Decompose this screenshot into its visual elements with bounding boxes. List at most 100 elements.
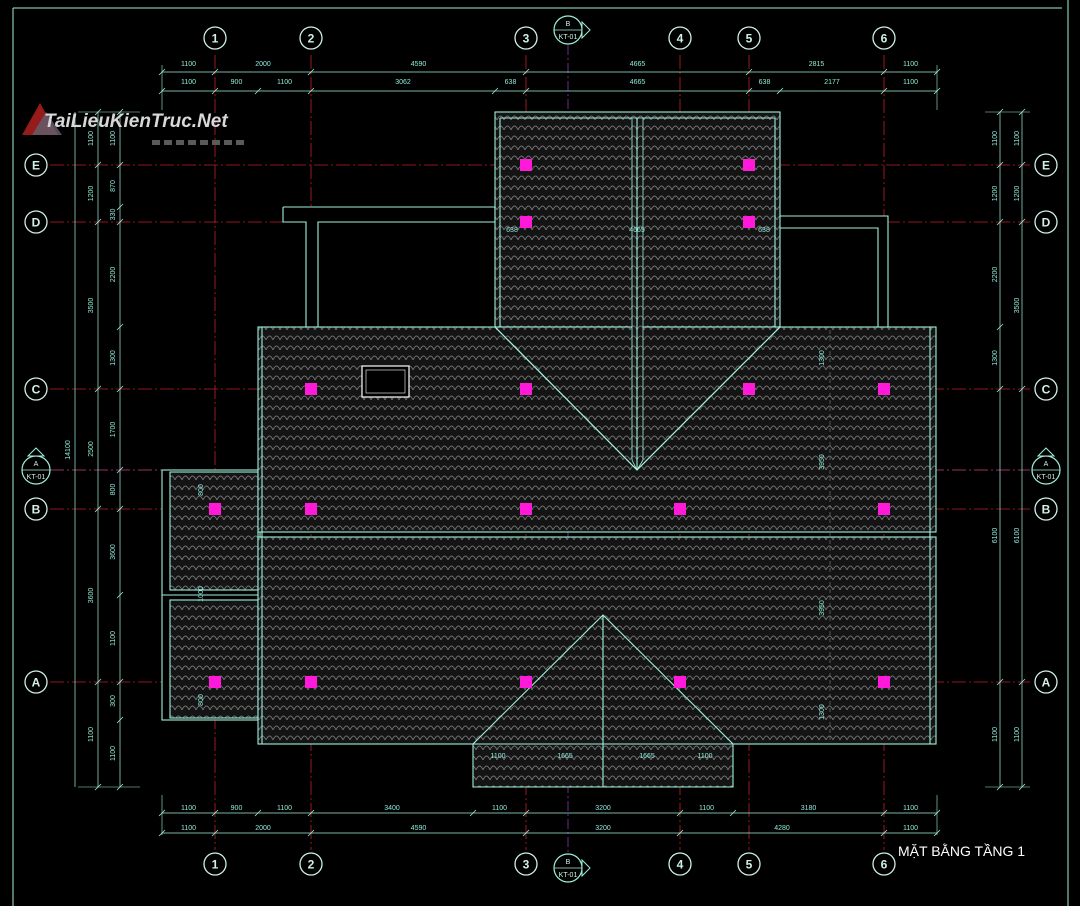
column-marker: [878, 383, 890, 395]
dim-bottom-inner: 1100: [277, 805, 292, 812]
grid-bubble-col-5: 5: [737, 26, 761, 50]
grid-bubble-row-E: E: [1034, 153, 1058, 177]
dim-right-outer: 6100: [1014, 528, 1021, 544]
watermark-logo: TaiLieuKienTruc.Net: [22, 103, 244, 145]
grid-label-row-D: D: [32, 216, 41, 230]
column-marker: [305, 383, 317, 395]
dim-left-outer: 1100: [88, 131, 95, 146]
grid-label-col-1: 1: [212, 32, 219, 46]
dim-top-outer: 4665: [630, 61, 646, 68]
dim-top-inner: 1100: [277, 79, 292, 86]
dim-right-inner: 1300: [992, 350, 999, 366]
column-marker: [878, 503, 890, 515]
dim-left-inner: 330: [110, 209, 117, 221]
section-marker-b-bottom: B KT-01: [553, 853, 591, 883]
section-marker-a-left: A KT-01: [21, 447, 51, 485]
grid-bubble-col-5: 5: [737, 852, 761, 876]
dim-bottom-inner: 3180: [801, 805, 817, 812]
cad-drawing-canvas: 1100 2000 4590 4665 2815 11001100 900 1100 3062 6…: [12, 0, 1069, 906]
dim-bottom-outer: 1100: [903, 825, 918, 832]
column-marker: [674, 676, 686, 688]
dim-roof-internal: 3950: [819, 454, 826, 470]
dim-roof-internal: 1300: [819, 704, 826, 720]
column-marker: [743, 159, 755, 171]
watermark-text: TaiLieuKienTruc.Net: [44, 111, 228, 132]
dim-roof-internal: 1665: [557, 753, 573, 760]
section-b-bottom-ref: KT-01: [559, 872, 578, 879]
roof-plan: [161, 111, 937, 788]
grid-bubble-row-B: B: [24, 497, 48, 521]
dim-roof-internal: 3950: [819, 600, 826, 616]
grid-bubble-row-A: A: [1034, 670, 1058, 694]
grid-label-row-C: C: [32, 383, 41, 397]
grid-bubble-col-2: 2: [299, 26, 323, 50]
grid-bubble-row-A: A: [24, 670, 48, 694]
dim-bottom-outer: 2000: [255, 825, 271, 832]
column-marker: [674, 503, 686, 515]
column-marker: [209, 676, 221, 688]
column-marker: [305, 676, 317, 688]
dim-bottom-outer: 4590: [411, 825, 427, 832]
dim-bottom-inner: 1100: [181, 805, 196, 812]
dim-bottom-outer: 3200: [595, 825, 611, 832]
grid-label-row-C: C: [1042, 383, 1051, 397]
column-marker: [743, 216, 755, 228]
dim-right-outer: 3500: [1014, 298, 1021, 314]
section-b-bottom-letter: B: [566, 859, 571, 866]
grid-label-col-5: 5: [746, 32, 753, 46]
section-b-top-ref: KT-01: [559, 34, 578, 41]
dim-top-inner: 638: [759, 79, 771, 86]
dim-bottom-inner: 3200: [595, 805, 611, 812]
column-marker: [520, 676, 532, 688]
section-a-right-ref: KT-01: [1037, 474, 1056, 481]
section-b-top-letter: B: [566, 21, 571, 28]
dim-roof-internal: 1665: [639, 753, 655, 760]
grid-bubble-col-6: 6: [872, 852, 896, 876]
left-porch-roof-bottom: [169, 599, 259, 719]
grid-bubble-col-3: 3: [514, 26, 538, 50]
dim-bottom-inner: 1100: [699, 805, 714, 812]
dim-roof-internal: 638: [758, 227, 770, 234]
dim-bottom-outer: 4280: [774, 825, 790, 832]
grid-bubble-row-D: D: [24, 210, 48, 234]
section-a-left-ref: KT-01: [27, 474, 46, 481]
dim-bottom-inner: 1100: [492, 805, 507, 812]
dim-roof-internal: 1100: [697, 753, 712, 760]
dim-top-inner: 1100: [181, 79, 196, 86]
grid-bubble-row-C: C: [24, 377, 48, 401]
dim-roof-internal: 800: [198, 694, 205, 706]
dim-top-outer: 1100: [181, 61, 196, 68]
dim-left-inner: 1700: [110, 422, 117, 438]
grid-label-col-1: 1: [212, 858, 219, 872]
grid-label-row-A: A: [1042, 676, 1051, 690]
right-gutter: [780, 215, 889, 329]
dim-bottom-inner: 900: [231, 805, 243, 812]
dim-left-inner: 1100: [110, 131, 117, 146]
dim-left-total: 14100: [65, 440, 72, 460]
grid-bubble-row-D: D: [1034, 210, 1058, 234]
grid-label-col-6: 6: [881, 32, 888, 46]
grid-label-col-4: 4: [677, 32, 684, 46]
dim-left-outer: 1200: [88, 186, 95, 202]
column-marker: [878, 676, 890, 688]
dim-right-outer: 1100: [1014, 727, 1021, 742]
dim-left-outer: 3600: [88, 588, 95, 604]
column-marker: [209, 503, 221, 515]
section-a-left-letter: A: [34, 461, 39, 468]
dim-top-outer: 4590: [411, 61, 427, 68]
grid-bubble-col-4: 4: [668, 852, 692, 876]
dim-left-inner: 3600: [110, 544, 117, 560]
grid-label-col-6: 6: [881, 858, 888, 872]
column-marker: [520, 383, 532, 395]
grid-label-row-E: E: [32, 159, 40, 173]
dim-roof-internal: 638: [506, 227, 518, 234]
dim-right-inner: 6100: [992, 528, 999, 544]
grid-label-col-3: 3: [523, 32, 530, 46]
dim-left-inner: 300: [110, 695, 117, 707]
grid-label-row-B: B: [1042, 503, 1051, 517]
grid-label-row-E: E: [1042, 159, 1050, 173]
column-marker: [743, 383, 755, 395]
dim-right-inner: 1100: [992, 727, 999, 742]
dim-top-inner: 900: [231, 79, 243, 86]
dim-top-inner: 638: [505, 79, 517, 86]
